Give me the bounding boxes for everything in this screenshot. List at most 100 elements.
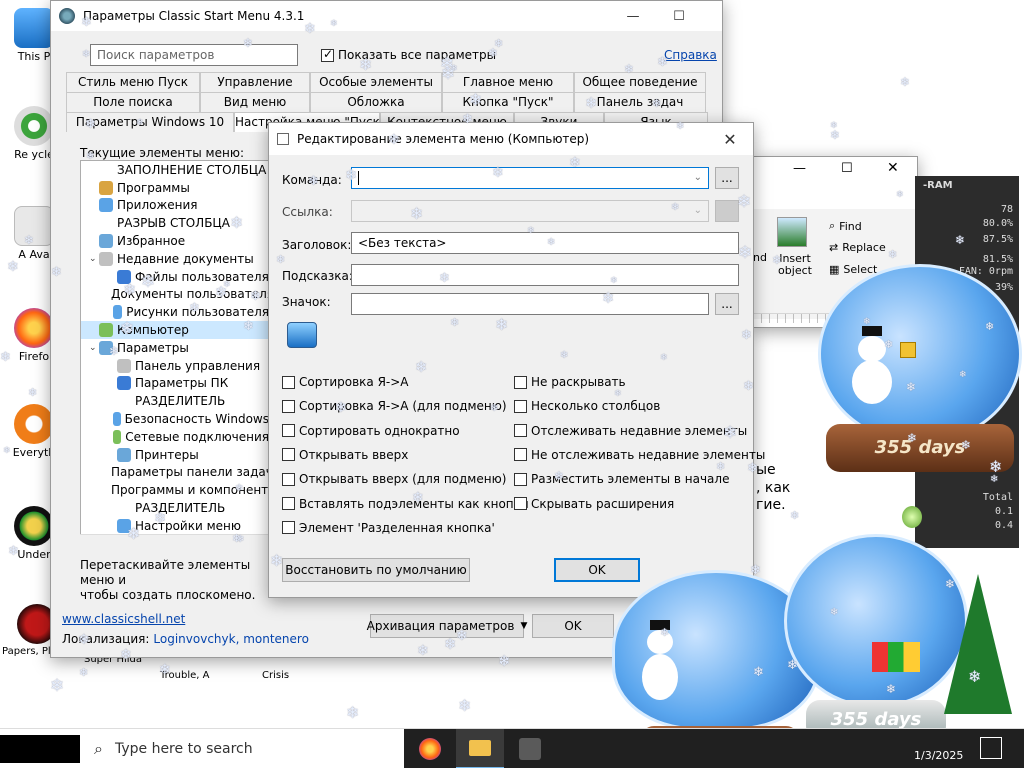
help-link[interactable]: Справка [664,48,717,62]
checkbox-box[interactable] [282,399,295,413]
checkbox-box[interactable] [282,472,295,486]
tab-menu-look[interactable]: Вид меню [200,92,310,112]
icon-browse-button[interactable]: ... [715,293,739,315]
tree-item-label: Параметры [117,340,189,355]
tree-item-label: Параметры панели задач [111,465,270,480]
snowflake-icon: ❄ [81,15,92,30]
command-combobox[interactable]: ⌄ [351,167,709,189]
tree-item[interactable]: Принтеры [81,446,269,464]
expand-chevron-icon[interactable]: ⌄ [89,343,99,353]
option-checkbox[interactable]: Сортировка Я->А [282,375,409,389]
checkbox-box[interactable] [282,375,295,389]
start-area[interactable] [0,735,80,763]
option-checkbox[interactable]: Открывать вверх [282,448,408,462]
show-all-checkbox[interactable]: Показать все параметры [321,47,496,62]
checkbox-box[interactable] [514,448,527,462]
tree-item[interactable]: ⌄ Недавние документы [81,250,269,268]
website-link[interactable]: www.classicshell.net [62,612,185,626]
snowflake-icon: ❄ [660,626,670,639]
tree-item[interactable]: Компьютер [81,321,269,339]
option-checkbox[interactable]: Не отслеживать недавние элементы [514,448,765,462]
checkbox-box[interactable] [282,521,295,535]
option-checkbox[interactable]: Несколько столбцов [514,399,660,413]
snowflake-icon: ❄ [830,607,839,618]
caption-input[interactable]: <Без текста> [351,232,739,254]
taskbar-date[interactable]: 1/3/2025 [914,749,963,762]
option-checkbox[interactable]: Сортировка Я->А (для подменю) [282,399,507,413]
recycle-bin-icon [14,106,54,146]
expand-chevron-icon[interactable]: ⌄ [89,254,99,264]
tree-item[interactable]: Сетевые подключения [81,428,269,446]
option-checkbox[interactable]: Скрывать расширения [514,497,674,511]
maximize-icon[interactable]: ☐ [841,161,853,176]
option-checkbox[interactable]: Разместить элементы в начале [514,472,729,486]
option-checkbox[interactable]: Сортировать однократно [282,424,460,438]
tree-item[interactable]: Параметры панели задач [81,464,269,482]
tree-item[interactable]: Документы пользователя [81,286,269,304]
snowflake-icon: ❄ [753,665,764,680]
icon-input[interactable] [351,293,709,315]
notification-icon[interactable] [980,737,1002,759]
chevron-down-icon[interactable]: ⌄ [694,168,702,188]
option-checkbox[interactable]: Отслеживать недавние элементы [514,424,747,438]
checkbox-box[interactable] [282,497,295,510]
tree-item[interactable]: РАЗДЕЛИТЕЛЬ [81,499,269,517]
link-browse-button[interactable] [715,200,739,222]
tooltip-input[interactable] [351,264,739,286]
tab-search-box[interactable]: Поле поиска [66,92,200,112]
localization-author-link[interactable]: Loginvovchyk, montenero [153,632,309,646]
tree-item[interactable]: Приложения [81,197,269,215]
settings-search-input[interactable]: Поиск параметров [90,44,298,66]
restore-defaults-button[interactable]: Восстановить по умолчанию [282,558,470,582]
taskbar-explorer[interactable] [456,729,504,768]
checkbox-box[interactable] [514,399,527,413]
checkbox-box[interactable] [514,424,527,438]
tab-start-menu-style[interactable]: Стиль меню Пуск [66,72,200,92]
link-combobox[interactable]: ⌄ [351,200,709,222]
tab-general-behavior[interactable]: Общее поведение [574,72,706,92]
command-browse-button[interactable]: ... [715,167,739,189]
dialog-close-button[interactable]: ✕ [707,124,753,154]
tree-item[interactable]: Параметры ПК [81,375,269,393]
close-icon[interactable]: ✕ [887,160,899,176]
tab-skin[interactable]: Обложка [310,92,442,112]
dialog-ok-button[interactable]: OK [554,558,640,582]
tree-item[interactable]: РАЗДЕЛИТЕЛЬ [81,392,269,410]
tree-item[interactable]: Избранное [81,232,269,250]
option-checkbox[interactable]: Элемент 'Разделенная кнопка' [282,521,495,535]
christmas-tree-icon [944,574,1012,714]
checkbox-box[interactable] [282,424,295,438]
tree-item[interactable]: Панель управления [81,357,269,375]
show-all-checkbox-box[interactable] [321,47,334,62]
tab-start-button[interactable]: Кнопка "Пуск" [442,92,574,112]
taskbar-app[interactable] [506,729,554,768]
minimize-button[interactable]: — [610,1,656,31]
replace-button[interactable]: ⇄ Replace [829,241,886,254]
checkbox-box[interactable] [514,472,527,486]
option-checkbox[interactable]: Вставлять подэлементы как кнопки [282,497,529,511]
snowflake-icon: ❄ [232,532,242,545]
settings-titlebar[interactable]: Параметры Classic Start Menu 4.3.1 — ☐ [51,1,722,31]
maximize-button[interactable]: ☐ [656,1,702,31]
tree-item[interactable]: Программы [81,179,269,197]
tab-controls[interactable]: Управление [200,72,310,92]
taskbar-firefox[interactable] [406,729,454,768]
find-button[interactable]: ⌕ Find [829,219,862,233]
settings-ok-button[interactable]: OK [532,614,614,638]
checkbox-box[interactable] [282,448,295,462]
option-checkbox[interactable]: Не раскрывать [514,375,626,389]
taskbar-search-box[interactable]: ⌕ Type here to search [80,729,400,768]
tree-item[interactable]: Файлы пользователя [81,268,269,286]
tab-special-items[interactable]: Особые элементы [310,72,442,92]
tree-item[interactable]: ЗАПОЛНЕНИЕ СТОЛБЦА [81,161,269,179]
checkbox-box[interactable] [514,497,527,510]
snowflake-icon: ❄ [888,248,898,261]
tab-main-menu[interactable]: Главное меню [442,72,574,92]
option-checkbox[interactable]: Открывать вверх (для подменю) [282,472,506,486]
minimize-icon[interactable]: — [793,161,806,176]
tree-item[interactable]: Безопасность Windows [81,410,269,428]
close-button[interactable] [702,1,722,31]
tree-item[interactable]: Рисунки пользователя [81,303,269,321]
checkbox-box[interactable] [514,375,527,389]
desktop-icon-label[interactable]: Crisis [262,670,289,681]
